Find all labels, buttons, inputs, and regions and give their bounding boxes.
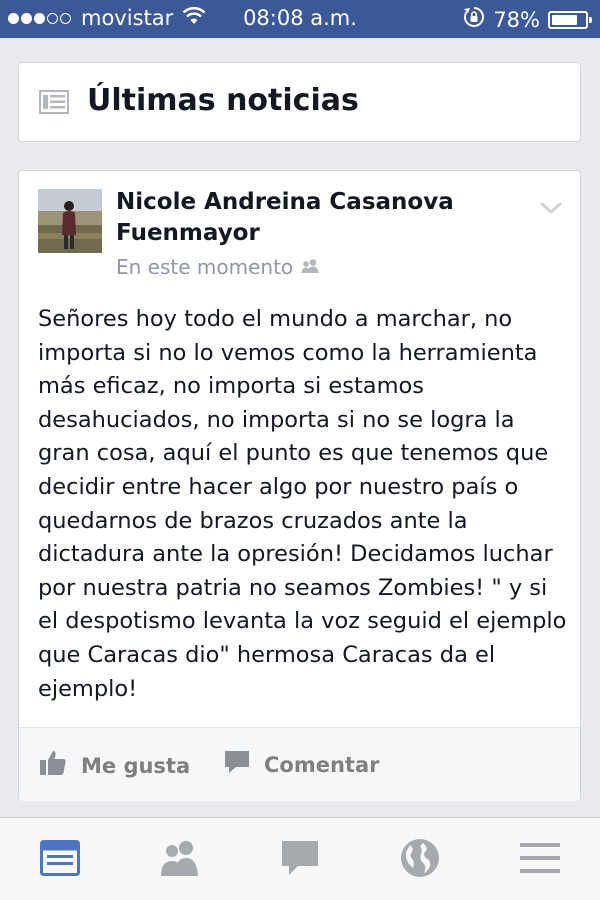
- post-timestamp[interactable]: En este momento: [116, 255, 293, 279]
- battery-fill: [552, 14, 577, 25]
- tab-news-feed[interactable]: [35, 838, 85, 882]
- thumbs-up-icon: [39, 750, 67, 781]
- post-body-text: Señores hoy todo el mundo a marchar, no …: [38, 306, 567, 702]
- tab-messages[interactable]: [275, 838, 325, 882]
- tab-more[interactable]: [515, 838, 565, 882]
- battery-icon: [548, 10, 592, 29]
- comment-button[interactable]: Comentar: [224, 750, 379, 779]
- friends-icon: [300, 255, 320, 279]
- chevron-down-icon[interactable]: [540, 201, 562, 220]
- status-right: 78%: [463, 6, 592, 33]
- author-avatar[interactable]: [38, 189, 102, 253]
- battery-percent: 78%: [493, 7, 540, 32]
- tab-notifications[interactable]: [395, 838, 445, 882]
- post-meta: En este momento: [116, 255, 320, 279]
- news-feed-icon: [39, 90, 69, 119]
- page-title: Últimas noticias: [87, 83, 359, 118]
- post-author-name[interactable]: Nicole Andreina Casanova Fuenmayor: [116, 187, 516, 249]
- news-feed-header[interactable]: Últimas noticias: [18, 62, 581, 142]
- post-card: Nicole Andreina Casanova Fuenmayor En es…: [18, 170, 581, 801]
- more-menu-icon: [520, 841, 560, 880]
- rotation-lock-icon: [463, 6, 485, 33]
- messages-icon: [280, 839, 320, 882]
- status-bar: movistar 08:08 a.m. 78%: [0, 0, 600, 38]
- notifications-globe-icon: [400, 838, 440, 883]
- post-actions: Me gusta Comentar: [19, 727, 580, 801]
- like-label: Me gusta: [81, 753, 191, 778]
- comment-label: Comentar: [264, 752, 380, 777]
- tab-friend-requests[interactable]: [155, 838, 205, 882]
- news-feed-tab-icon: [40, 839, 80, 881]
- bottom-tab-bar: [0, 817, 600, 900]
- comment-bubble-icon: [224, 750, 250, 779]
- like-button[interactable]: Me gusta: [39, 750, 190, 781]
- friend-requests-icon: [157, 839, 203, 882]
